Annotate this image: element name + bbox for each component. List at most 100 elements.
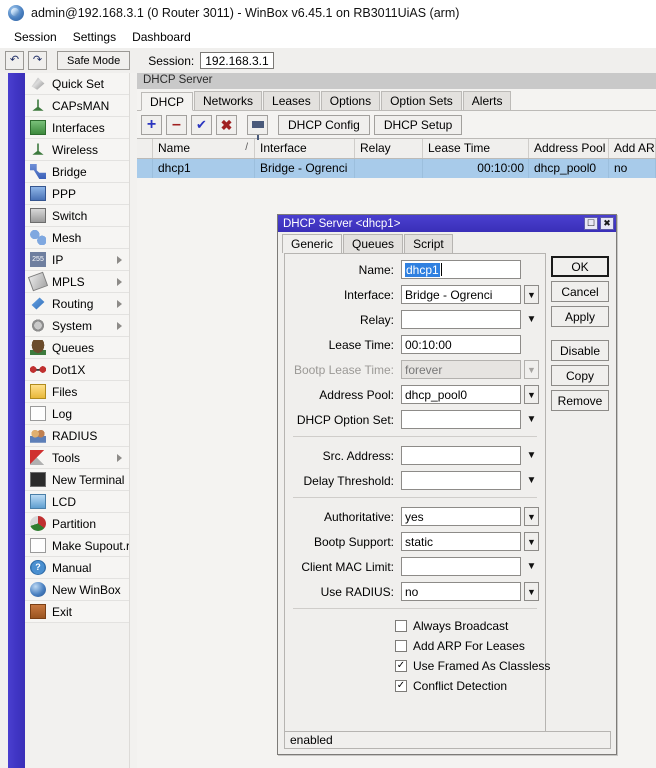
sidebar-item-mpls[interactable]: MPLS [25,271,130,293]
input-interface[interactable]: Bridge - Ogrenci [401,285,521,304]
column-header-relay[interactable]: Relay [355,139,423,158]
checkbox-row-add-arp-for-leases[interactable]: Add ARP For Leases [285,637,545,655]
sidebar-item-capsman[interactable]: CAPsMAN [25,95,130,117]
sidebar-item-partition[interactable]: Partition [25,513,130,535]
sidebar-item-interfaces[interactable]: Interfaces [25,117,130,139]
input-name[interactable]: dhcp1 [401,260,521,279]
tab-queues[interactable]: Queues [343,234,404,253]
dhcp-config-button[interactable]: DHCP Config [278,114,370,135]
dropdown-arrow-icon[interactable]: ▼ [524,360,539,379]
chevron-down-icon[interactable]: ▼ [524,471,539,490]
sidebar-item-new-terminal[interactable]: New Terminal [25,469,130,491]
tab-alerts[interactable]: Alerts [462,91,512,110]
sidebar-item-new-winbox[interactable]: New WinBox [25,579,130,601]
menu-item-session[interactable]: Session [6,28,65,46]
dhcp-setup-button[interactable]: DHCP Setup [373,114,463,135]
checkbox-use-framed-as-classless[interactable]: ✓ [395,660,407,672]
chevron-down-icon[interactable]: ▼ [524,310,539,329]
menu-item-settings[interactable]: Settings [65,28,124,46]
tab-leases[interactable]: Leases [263,91,320,110]
input-authoritative[interactable]: yes [401,507,521,526]
sidebar-item-bridge[interactable]: Bridge [25,161,130,183]
enable-button[interactable]: ✔ [191,114,212,135]
chevron-down-icon[interactable]: ▼ [524,410,539,429]
dropdown-arrow-icon[interactable]: ▼ [524,385,539,404]
column-header-interface[interactable]: Interface [255,139,355,158]
chevron-down-icon[interactable]: ▼ [524,557,539,576]
form-row-src-address: Src. Address: ▼ [285,445,545,466]
input-bootp-lease-time[interactable]: forever [401,360,521,379]
close-icon[interactable]: ✖ [600,217,614,230]
dropdown-arrow-icon[interactable]: ▼ [524,285,539,304]
ok-button[interactable]: OK [551,256,609,277]
sidebar-item-ip[interactable]: 255 IP [25,249,130,271]
tab-option-sets[interactable]: Option Sets [381,91,462,110]
sidebar-item-quick-set[interactable]: Quick Set [25,73,130,95]
dropdown-arrow-icon[interactable]: ▼ [524,582,539,601]
column-header-lease-time[interactable]: Lease Time [423,139,529,158]
copy-button[interactable]: Copy [551,365,609,386]
undo-arrow-icon: ↶ [9,54,20,66]
safe-mode-button[interactable]: Safe Mode [57,51,131,70]
dialog-title: DHCP Server <dhcp1> [283,217,401,230]
sidebar-item-mesh[interactable]: Mesh [25,227,130,249]
undo-button[interactable]: ↶ [5,51,24,70]
sidebar-item-ppp[interactable]: PPP [25,183,130,205]
sidebar-item-manual[interactable]: ? Manual [25,557,130,579]
dropdown-arrow-icon[interactable]: ▼ [524,507,539,526]
dropdown-arrow-icon[interactable]: ▼ [524,532,539,551]
cancel-button[interactable]: Cancel [551,281,609,302]
table-row[interactable]: dhcp1 Bridge - Ogrenci 00:10:00 dhcp_poo… [137,159,656,178]
checkbox-conflict-detection[interactable]: ✓ [395,680,407,692]
input-relay[interactable] [401,310,521,329]
sidebar-item-lcd[interactable]: LCD [25,491,130,513]
sidebar-item-radius[interactable]: RADIUS [25,425,130,447]
sidebar-item-files[interactable]: Files [25,381,130,403]
sidebar-item-make-supout-rif[interactable]: Make Supout.rif [25,535,136,557]
sidebar-item-dot1x[interactable]: Dot1X [25,359,130,381]
column-header-name[interactable]: Name / [153,139,255,158]
input-src-address[interactable] [401,446,521,465]
input-client-mac-limit[interactable] [401,557,521,576]
apply-button[interactable]: Apply [551,306,609,327]
checkbox-always-broadcast[interactable] [395,620,407,632]
sidebar-item-queues[interactable]: Queues [25,337,130,359]
tab-dhcp[interactable]: DHCP [141,92,194,111]
sidebar-item-routing[interactable]: Routing [25,293,130,315]
checkbox-row-use-framed-as-classless[interactable]: ✓ Use Framed As Classless [285,657,550,675]
disable-button[interactable]: ✖ [216,114,237,135]
checkbox-add-arp-for-leases[interactable] [395,640,407,652]
remove-button[interactable]: Remove [551,390,609,411]
input-address-pool[interactable]: dhcp_pool0 [401,385,521,404]
disable-button[interactable]: Disable [551,340,609,361]
sidebar-item-wireless[interactable]: Wireless [25,139,130,161]
input-bootp-support[interactable]: static [401,532,521,551]
column-header-address-pool[interactable]: Address Pool [529,139,609,158]
input-delay-threshold[interactable] [401,471,521,490]
filter-button[interactable] [247,114,268,140]
tab-options[interactable]: Options [320,91,381,110]
sidebar-scrollbar[interactable] [129,73,137,768]
tab-script[interactable]: Script [404,234,453,253]
add-button[interactable]: + [141,114,162,135]
menu-item-dashboard[interactable]: Dashboard [124,28,199,46]
checkbox-row-always-broadcast[interactable]: Always Broadcast [285,617,545,635]
redo-button[interactable]: ↷ [28,51,47,70]
sidebar-item-system[interactable]: System [25,315,130,337]
sidebar-item-log[interactable]: Log [25,403,130,425]
tab-generic[interactable]: Generic [282,234,343,253]
input-use-radius[interactable]: no [401,582,521,601]
sidebar-item-switch[interactable]: Switch [25,205,130,227]
sidebar-item-exit[interactable]: Exit [25,601,130,623]
maximize-icon[interactable]: ☐ [584,217,598,230]
sidebar-item-tools[interactable]: Tools [25,447,130,469]
x-icon: ✖ [220,116,233,133]
session-address-field[interactable]: 192.168.3.1 [200,52,274,69]
tab-networks[interactable]: Networks [194,91,263,110]
input-lease-time[interactable]: 00:10:00 [401,335,521,354]
column-header-add-arp[interactable]: Add AR... [609,139,656,158]
checkbox-row-conflict-detection[interactable]: ✓ Conflict Detection [285,677,545,695]
chevron-down-icon[interactable]: ▼ [524,446,539,465]
remove-button[interactable]: – [166,114,187,135]
input-dhcp-option-set[interactable] [401,410,521,429]
